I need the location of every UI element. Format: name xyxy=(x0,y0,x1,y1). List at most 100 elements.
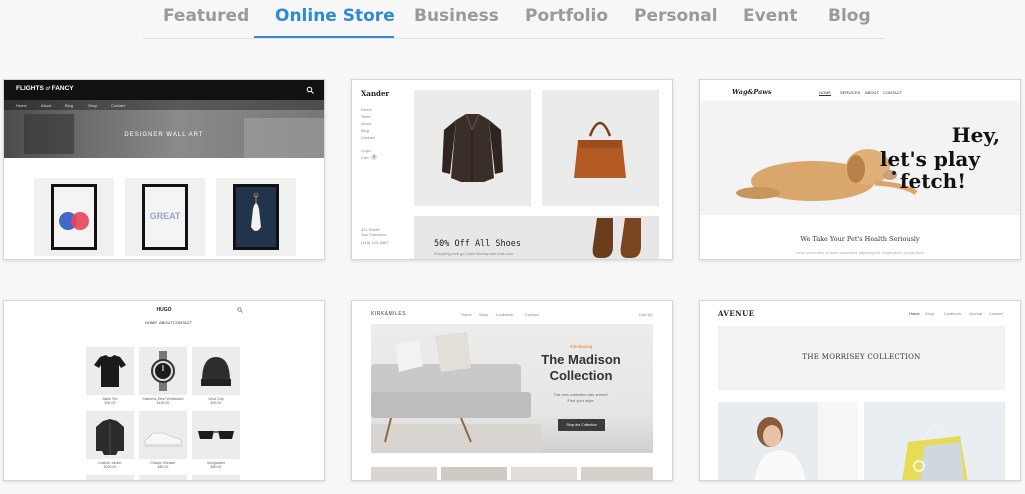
template-card-wag-and-paws[interactable]: Wag&Paws HOME SERVICES ABOUT CONTACT Hey… xyxy=(699,79,1021,260)
product-price: $30.00 xyxy=(104,401,116,405)
cart-link: Cart xyxy=(361,155,369,160)
shop-collection-button[interactable]: Shop the Collection xyxy=(558,419,605,431)
template-logo: FLIGHTS of FANCY xyxy=(16,85,74,92)
template-card-avenue[interactable]: AVENUE Home Shop Lookbook Journal Contac… xyxy=(699,300,1021,481)
nav-link: Home xyxy=(361,107,372,112)
lifestyle-image-model xyxy=(718,402,858,480)
product-image-handbag xyxy=(542,90,659,206)
nav-link: Contact xyxy=(111,103,125,108)
template-card-kirk-and-miles[interactable]: KIRK&MILES Home Shop Lookbook Contact Ca… xyxy=(351,300,673,481)
product-image xyxy=(192,411,240,459)
hero-title: Collection xyxy=(549,368,613,383)
nav-bar xyxy=(4,100,324,110)
tab-online-store[interactable]: Online Store xyxy=(275,6,395,26)
tab-featured[interactable]: Featured xyxy=(163,6,249,26)
hero-subtext: Find your style. xyxy=(567,398,595,403)
product-image-jacket xyxy=(414,90,531,206)
product-image xyxy=(34,178,114,256)
hero-subtext: The new collection has arrived. xyxy=(553,392,609,397)
nav-link: HOME xyxy=(819,90,831,95)
leather-jacket-illustration xyxy=(96,419,124,455)
product-image xyxy=(216,178,296,256)
body-text: Lorem ipsum dolor sit amet, consectetur … xyxy=(795,251,925,255)
product-price: $150.00 xyxy=(156,401,170,405)
vase-poster-art xyxy=(251,192,261,231)
nav-link: Lookbook xyxy=(496,312,514,317)
nav-link: ABOUT xyxy=(865,90,879,95)
active-tab-indicator xyxy=(254,36,394,38)
nav-link: Journal xyxy=(969,311,983,316)
hero-image: Hey, let's play fetch! xyxy=(700,101,1020,215)
wall-art-frame xyxy=(244,118,324,158)
template-logo: Wag&Paws xyxy=(732,88,772,96)
sneaker-illustration xyxy=(144,432,182,447)
poster-word: GREAT xyxy=(149,211,181,221)
nav-link: Blog xyxy=(65,103,74,108)
template-logo: Xander xyxy=(361,89,390,98)
sunglasses-illustration xyxy=(198,431,234,439)
wristwatch-illustration xyxy=(151,351,175,391)
beanie-illustration xyxy=(201,357,231,386)
tab-blog[interactable]: Blog xyxy=(828,6,871,26)
model-illustration xyxy=(718,402,858,480)
tshirt-illustration xyxy=(94,355,126,387)
template-card-flights-of-fancy[interactable]: FLIGHTS of FANCY Home About Blog Shop Co… xyxy=(3,79,325,260)
hero-image: Home About Blog Shop Contact DESIGNER WA… xyxy=(4,100,324,158)
tab-portfolio[interactable]: Portfolio xyxy=(525,6,608,26)
template-logo: HUGO xyxy=(156,307,172,313)
nav-link: About xyxy=(361,121,372,126)
nav-link: Shop xyxy=(925,311,935,316)
nav-link: ABOUT xyxy=(159,320,173,325)
hero-image: Introducing The Madison Collection The n… xyxy=(371,324,653,453)
product-price: $25.00 xyxy=(210,401,222,405)
template-logo: KIRK&MILES xyxy=(371,311,407,317)
nav-link: Contact xyxy=(361,135,375,140)
search-icon xyxy=(306,86,314,94)
nav-link: Home xyxy=(909,311,920,316)
nav-link: About xyxy=(41,103,52,108)
nav-link: Blog xyxy=(361,128,370,133)
circles-poster-art xyxy=(59,212,89,230)
tab-business[interactable]: Business xyxy=(414,6,499,26)
tagline: We Take Your Pet's Health Seriously xyxy=(800,235,920,243)
nav-link: Contact xyxy=(989,311,1003,316)
banner-headline: 50% Off All Shoes xyxy=(434,239,521,249)
nav-link: Lookbook xyxy=(944,311,962,316)
hero-kicker: Introducing xyxy=(569,344,593,349)
nav-link: Home xyxy=(16,103,27,108)
product-image xyxy=(581,467,653,480)
product-image xyxy=(139,411,187,459)
template-logo: AVENUE xyxy=(718,309,755,318)
login-link: Login xyxy=(361,148,371,153)
template-card-hugo[interactable]: HUGO HOME ABOUT CONTACT Black Tee $30.00… xyxy=(3,300,325,481)
hero-headline: Hey, xyxy=(951,123,1000,147)
cart-count-badge: 0 xyxy=(371,154,377,160)
hero-headline: let's play xyxy=(879,147,980,171)
product-image xyxy=(86,411,134,459)
nav-link: Contact xyxy=(525,312,539,317)
phone-text: (415) 123-4567 xyxy=(361,240,389,245)
search-icon xyxy=(237,307,243,313)
tab-personal[interactable]: Personal xyxy=(634,6,718,26)
nav-link: CONTACT xyxy=(173,320,193,325)
product-image xyxy=(192,475,240,480)
nav-link: HOME xyxy=(145,320,157,325)
template-card-xander[interactable]: Xander Home Store About Blog Contact Log… xyxy=(351,79,673,260)
product-image xyxy=(139,475,187,480)
handbag-illustration xyxy=(574,121,626,178)
tab-event[interactable]: Event xyxy=(743,6,797,26)
lifestyle-image-handbag xyxy=(864,402,1005,480)
product-price: $200.00 xyxy=(103,465,117,469)
cart-link: Cart (0) xyxy=(639,312,653,317)
jacket-illustration xyxy=(442,113,503,182)
sofa-illustration xyxy=(371,332,541,453)
product-image xyxy=(86,475,134,480)
hero-title: DESIGNER WALL ART xyxy=(124,132,204,138)
nav-link: Home xyxy=(461,312,472,317)
sale-banner: 50% Off All Shoes Everything must go! Cy… xyxy=(414,216,659,259)
hero-headline: fetch! xyxy=(899,169,966,193)
product-price: $80.00 xyxy=(157,465,169,469)
hero-title: The Madison xyxy=(541,352,621,367)
nav-link: Shop xyxy=(88,103,98,108)
nav-link: Store xyxy=(361,114,371,119)
